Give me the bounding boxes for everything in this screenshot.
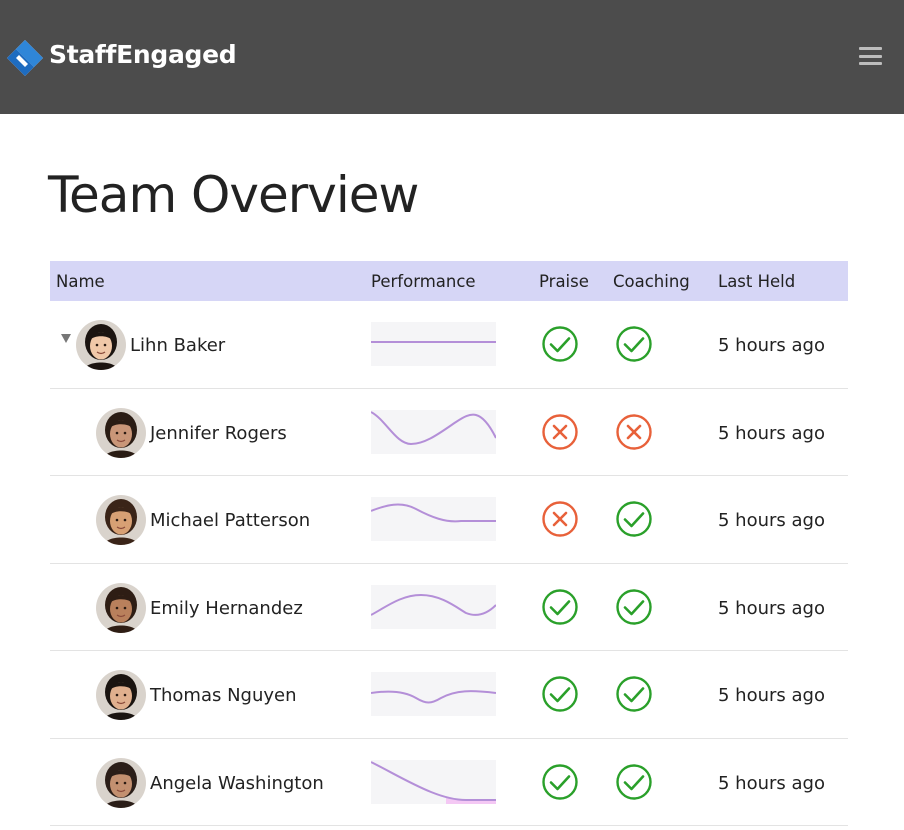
praise-check-icon	[541, 763, 579, 801]
employee-name[interactable]: Lihn Baker	[130, 335, 225, 356]
avatar	[96, 495, 146, 545]
table-row[interactable]: Jennifer Rogers 5 hours ago	[50, 389, 848, 476]
last-held-time: 5 hours ago	[718, 335, 825, 356]
expand-caret-icon[interactable]	[61, 334, 71, 343]
table-row[interactable]: Michael Patterson 5 hours ago	[50, 476, 848, 564]
praise-cross-icon	[541, 500, 579, 538]
performance-sparkline	[371, 584, 496, 629]
hamburger-icon	[859, 47, 882, 50]
praise-cross-icon	[541, 413, 579, 451]
team-table: Name Performance Praise Coaching Last He…	[50, 261, 848, 826]
col-last-held[interactable]: Last Held	[718, 272, 795, 291]
col-name[interactable]: Name	[56, 272, 105, 291]
performance-sparkline	[371, 322, 496, 366]
page-title: Team Overview	[48, 166, 419, 224]
employee-name[interactable]: Angela Washington	[150, 773, 324, 794]
coaching-check-icon	[615, 675, 653, 713]
praise-check-icon	[541, 325, 579, 363]
last-held-time: 5 hours ago	[718, 422, 825, 444]
coaching-check-icon	[615, 325, 653, 363]
table-row[interactable]: Thomas Nguyen 5 hours ago	[50, 651, 848, 739]
last-held-time: 5 hours ago	[718, 685, 825, 706]
avatar	[96, 407, 146, 458]
coaching-check-icon	[615, 588, 653, 626]
avatar	[96, 757, 146, 808]
table-row[interactable]: Emily Hernandez 5 hours ago	[50, 564, 848, 651]
last-held-time: 5 hours ago	[718, 772, 825, 794]
employee-name[interactable]: Emily Hernandez	[150, 598, 303, 619]
last-held-time: 5 hours ago	[718, 510, 825, 531]
performance-sparkline	[371, 672, 496, 716]
app-header: StaffEngaged	[0, 0, 904, 114]
performance-sparkline	[371, 759, 496, 804]
table-row[interactable]: Lihn Baker 5 hours ago	[50, 301, 848, 389]
employee-name[interactable]: Thomas Nguyen	[150, 685, 297, 706]
performance-sparkline	[371, 497, 496, 541]
praise-check-icon	[541, 675, 579, 713]
table-body: Lihn Baker 5 hours ago Jennifer Rogers 5 ho…	[50, 301, 848, 826]
col-performance[interactable]: Performance	[371, 272, 476, 291]
coaching-check-icon	[615, 500, 653, 538]
employee-name[interactable]: Michael Patterson	[150, 510, 310, 531]
diamond-logo-icon[interactable]	[5, 38, 45, 78]
performance-sparkline	[371, 409, 496, 454]
last-held-time: 5 hours ago	[718, 597, 825, 619]
hamburger-menu-button[interactable]	[859, 47, 882, 65]
avatar	[96, 582, 146, 633]
coaching-check-icon	[615, 763, 653, 801]
table-header: Name Performance Praise Coaching Last He…	[50, 261, 848, 301]
col-praise[interactable]: Praise	[539, 272, 589, 291]
brand-name[interactable]: StaffEngaged	[49, 40, 237, 69]
avatar	[96, 670, 146, 720]
employee-name[interactable]: Jennifer Rogers	[150, 423, 287, 444]
table-row[interactable]: Angela Washington 5 hours ago	[50, 739, 848, 826]
coaching-cross-icon	[615, 413, 653, 451]
praise-check-icon	[541, 588, 579, 626]
avatar	[76, 320, 126, 370]
col-coaching[interactable]: Coaching	[613, 272, 690, 291]
